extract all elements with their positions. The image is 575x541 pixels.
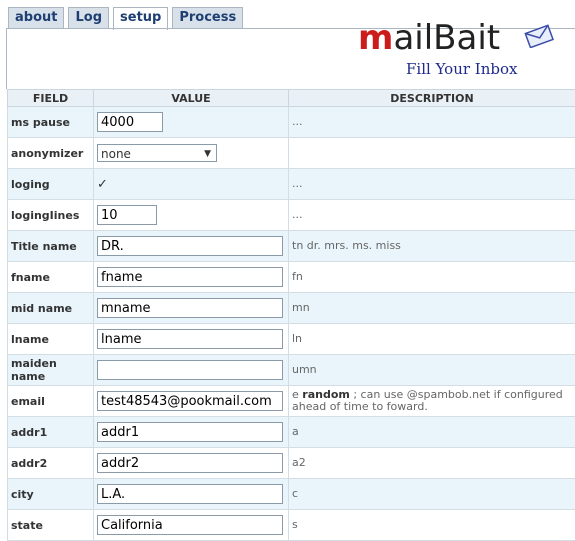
field-label: email bbox=[8, 386, 94, 417]
field-description bbox=[289, 138, 575, 169]
table-row: maiden name umn bbox=[8, 355, 575, 386]
mid-name-input[interactable] bbox=[97, 298, 283, 318]
tab-bar: about Log setup Process bbox=[8, 7, 243, 30]
envelope-icon bbox=[524, 24, 554, 48]
table-row: Title name tn dr. mrs. ms. miss bbox=[8, 231, 575, 262]
field-description: umn bbox=[289, 355, 575, 386]
header-description: DESCRIPTION bbox=[289, 90, 575, 107]
tab-log[interactable]: Log bbox=[68, 7, 109, 28]
table-row: loging ✓ ... bbox=[8, 169, 575, 200]
table-row: lname ln bbox=[8, 324, 575, 355]
field-description: e random ; can use @spambob.net if confi… bbox=[289, 386, 575, 417]
table-row: email e random ; can use @spambob.net if… bbox=[8, 386, 575, 417]
logo-tagline: Fill Your Inbox bbox=[406, 60, 517, 78]
field-label: ms pause bbox=[8, 107, 94, 138]
field-label: state bbox=[8, 510, 94, 541]
dropdown-arrow-icon: ▼ bbox=[204, 145, 211, 163]
field-label: loging bbox=[8, 169, 94, 200]
maiden-name-input[interactable] bbox=[97, 360, 283, 380]
ms-pause-input[interactable] bbox=[97, 112, 163, 132]
tab-about[interactable]: about bbox=[8, 7, 64, 28]
field-label: fname bbox=[8, 262, 94, 293]
table-row: state s bbox=[8, 510, 575, 541]
mailbait-logo: mailBait Fill Your Inbox bbox=[358, 16, 558, 80]
table-row: city c bbox=[8, 479, 575, 510]
addr1-input[interactable] bbox=[97, 422, 283, 442]
table-row: addr1 a bbox=[8, 417, 575, 448]
field-description: a2 bbox=[289, 448, 575, 479]
state-input[interactable] bbox=[97, 515, 283, 535]
anonymizer-select[interactable]: none ▼ bbox=[97, 144, 217, 162]
table-row: logingIines ... bbox=[8, 200, 575, 231]
city-input[interactable] bbox=[97, 484, 283, 504]
field-description: c bbox=[289, 479, 575, 510]
addr2-input[interactable] bbox=[97, 453, 283, 473]
table-row: mid name mn bbox=[8, 293, 575, 324]
tab-process[interactable]: Process bbox=[172, 7, 243, 28]
loging-checkbox[interactable]: ✓ bbox=[97, 177, 108, 192]
loginglines-input[interactable] bbox=[97, 205, 157, 225]
field-description: a bbox=[289, 417, 575, 448]
header-field: FIELD bbox=[8, 90, 94, 107]
field-label: maiden name bbox=[8, 355, 94, 386]
field-label: addr2 bbox=[8, 448, 94, 479]
header-value: VALUE bbox=[94, 90, 289, 107]
field-description: s bbox=[289, 510, 575, 541]
logo-wordmark: mailBait bbox=[358, 18, 500, 58]
tab-setup[interactable]: setup bbox=[113, 7, 168, 30]
table-header: FIELD VALUE DESCRIPTION bbox=[8, 90, 575, 107]
table-row: anonymizer none ▼ bbox=[8, 138, 575, 169]
field-description: ln bbox=[289, 324, 575, 355]
field-description: mn bbox=[289, 293, 575, 324]
field-description: tn dr. mrs. ms. miss bbox=[289, 231, 575, 262]
table-row: ms pause ... bbox=[8, 107, 575, 138]
fname-input[interactable] bbox=[97, 267, 283, 287]
title-name-input[interactable] bbox=[97, 236, 283, 256]
field-label: Title name bbox=[8, 231, 94, 262]
field-label: addr1 bbox=[8, 417, 94, 448]
field-label: mid name bbox=[8, 293, 94, 324]
field-description: ... bbox=[289, 107, 575, 138]
field-label: logingIines bbox=[8, 200, 94, 231]
field-label: lname bbox=[8, 324, 94, 355]
field-description: ... bbox=[289, 200, 575, 231]
field-description: fn bbox=[289, 262, 575, 293]
field-label: city bbox=[8, 479, 94, 510]
lname-input[interactable] bbox=[97, 329, 283, 349]
table-row: fname fn bbox=[8, 262, 575, 293]
anonymizer-selected: none bbox=[101, 147, 131, 161]
panel-border bbox=[6, 28, 7, 89]
field-label: anonymizer bbox=[8, 138, 94, 169]
setup-table: FIELD VALUE DESCRIPTION ms pause ... ano… bbox=[7, 89, 575, 541]
email-input[interactable] bbox=[97, 391, 283, 411]
table-row: addr2 a2 bbox=[8, 448, 575, 479]
field-description: ... bbox=[289, 169, 575, 200]
